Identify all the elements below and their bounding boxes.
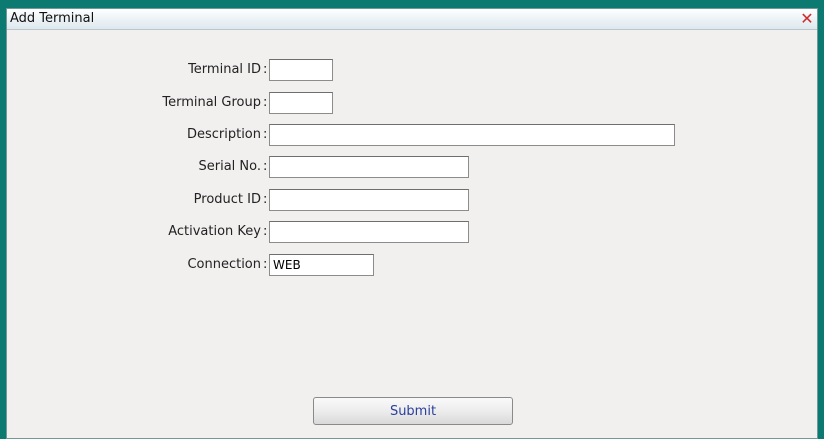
terminal-id-input[interactable]: [269, 59, 333, 81]
description-label: Description: [186, 127, 261, 142]
product-id-label: Product ID: [193, 192, 261, 207]
terminal-group-input[interactable]: [269, 92, 333, 114]
activation-key-label: Activation Key: [168, 224, 261, 239]
terminal-id-label: Terminal ID: [188, 62, 261, 77]
submit-button[interactable]: Submit: [313, 397, 513, 425]
dialog-title: Add Terminal: [10, 11, 95, 26]
serial-no-input[interactable]: [269, 156, 469, 178]
product-id-input[interactable]: [269, 189, 469, 211]
title-bar: Add Terminal ✕: [7, 9, 817, 30]
close-icon[interactable]: ✕: [799, 9, 815, 28]
description-input[interactable]: [269, 124, 675, 146]
connection-input[interactable]: [269, 254, 374, 276]
add-terminal-dialog: Add Terminal ✕ Terminal ID : Terminal Gr…: [6, 8, 818, 439]
activation-key-input[interactable]: [269, 221, 469, 243]
serial-no-label: Serial No.: [198, 159, 262, 174]
terminal-group-label: Terminal Group: [162, 95, 261, 110]
connection-label: Connection: [187, 257, 261, 272]
